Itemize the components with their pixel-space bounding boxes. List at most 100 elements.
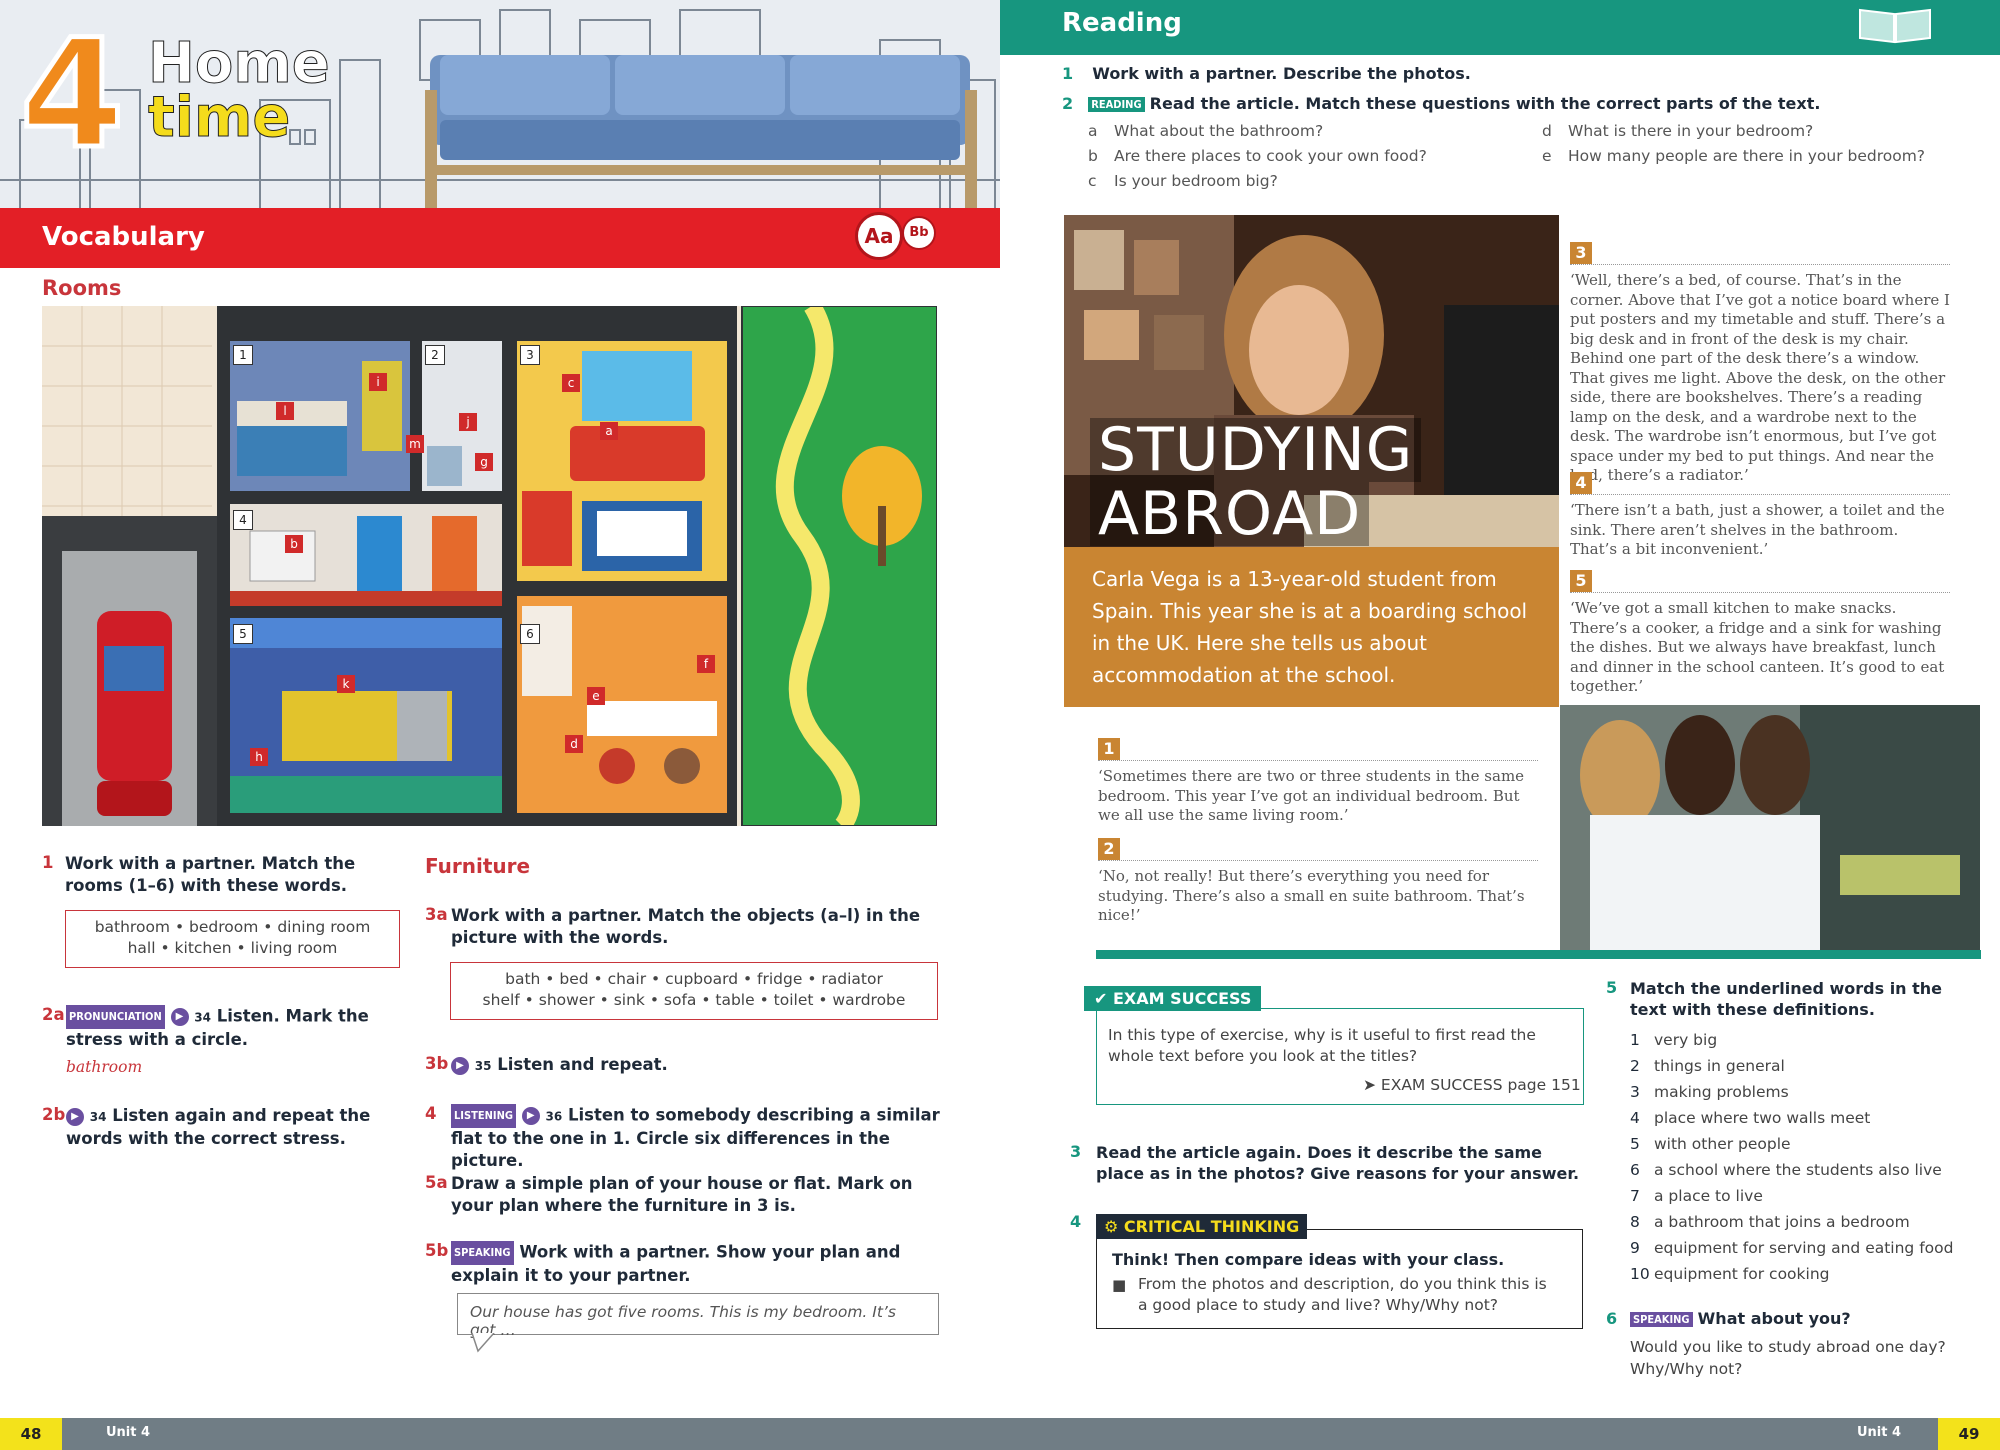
definition-item: 8 a bathroom that joins a bedroom	[1630, 1209, 1980, 1235]
part-1-number: 1	[1098, 738, 1120, 760]
aa-magnifier-icon: Aa	[855, 212, 903, 260]
object-label-k: k	[337, 675, 355, 693]
ex1-instruction: Work with a partner. Match the rooms (1–…	[65, 854, 356, 895]
audio-play-icon[interactable]: ▶	[521, 1107, 540, 1125]
ex5a-number: 5a	[425, 1173, 448, 1192]
exam-success-text: In this type of exercise, why is it usef…	[1108, 1026, 1536, 1065]
definition-text: making problems	[1654, 1083, 1789, 1101]
definition-number: 5	[1630, 1135, 1640, 1153]
critical-thinking-title: CRITICAL THINKING	[1123, 1217, 1300, 1236]
q2-item-letter: c	[1088, 172, 1097, 190]
definition-item: 7 a place to live	[1630, 1183, 1980, 1209]
ex1-words-line2: hall • kitchen • living room	[127, 939, 338, 957]
house-cutaway-illustration	[42, 306, 937, 826]
ex3b-track: 35	[474, 1059, 492, 1073]
q2-item-c: c Is your bedroom big?	[1088, 172, 1278, 190]
object-label-m: m	[406, 435, 424, 453]
room-label-6: 6	[520, 624, 540, 644]
part-1: 1 ‘Sometimes there are two or three stud…	[1098, 738, 1538, 826]
definition-item: 5 with other people	[1630, 1131, 1980, 1157]
teal-bottom-rule	[1096, 950, 1981, 959]
bb-icon: Bb	[902, 216, 936, 250]
ex2b-number: 2b	[42, 1105, 66, 1124]
definition-number: 10	[1630, 1265, 1650, 1283]
object-label-f: f	[697, 655, 715, 673]
speech-bubble: Our house has got five rooms. This is my…	[457, 1293, 939, 1339]
q2-item-d: d What is there in your bedroom?	[1542, 122, 1813, 140]
q5-instruction: Match the underlined words in the text w…	[1630, 979, 1943, 1019]
room-label-1: 1	[233, 345, 253, 365]
object-label-i: i	[369, 373, 387, 391]
audio-play-icon[interactable]: ▶	[170, 1008, 189, 1026]
part-5-text: ‘We’ve got a small kitchen to make snack…	[1570, 599, 1945, 695]
q1-instruction: Work with a partner. Describe the photos…	[1092, 64, 1471, 83]
furniture-heading: Furniture	[425, 854, 531, 878]
exam-success-link[interactable]: ➤ EXAM SUCCESS page 151	[1363, 1076, 1581, 1094]
speech-bubble-text: Our house has got five rooms. This is my…	[470, 1303, 896, 1339]
exam-success-label: ✔ EXAM SUCCESS	[1084, 986, 1262, 1011]
check-icon: ✔	[1094, 989, 1113, 1008]
q2-row: 2 READING Read the article. Match these …	[1062, 94, 1962, 113]
definition-item: 3 making problems	[1630, 1079, 1980, 1105]
q2-item-letter: b	[1088, 147, 1098, 165]
definition-text: very big	[1654, 1031, 1718, 1049]
ex2a-example: bathroom	[66, 1058, 143, 1076]
object-label-a: a	[600, 422, 618, 440]
page-number: 48	[0, 1418, 62, 1450]
part-4-text: ‘There isn’t a bath, just a shower, a to…	[1570, 501, 1945, 558]
unit-title-line2: time	[147, 85, 291, 150]
q3-instruction: Read the article again. Does it describe…	[1096, 1143, 1580, 1183]
speaking-tag: SPEAKING	[451, 1241, 514, 1265]
listening-tag: LISTENING	[451, 1104, 516, 1128]
open-book-icon	[1859, 8, 1931, 44]
q3-number: 3	[1070, 1142, 1082, 1161]
q4-title: Think! Then compare ideas with your clas…	[1112, 1250, 1505, 1269]
unit-header: 4 Home time	[0, 0, 1000, 210]
section-title-vocabulary: Vocabulary	[42, 222, 205, 252]
ex1-number: 1	[42, 853, 54, 872]
part-3-text: ‘Well, there’s a bed, of course. That’s …	[1570, 271, 1950, 484]
part-1-text: ‘Sometimes there are two or three studen…	[1098, 767, 1525, 824]
audio-play-icon[interactable]: ▶	[66, 1107, 84, 1126]
q1-row: 1 Work with a partner. Describe the phot…	[1062, 64, 1962, 83]
ex5a-instruction: Draw a simple plan of your house or flat…	[451, 1174, 913, 1215]
definition-number: 2	[1630, 1057, 1640, 1075]
ex3b-instruction: Listen and repeat.	[497, 1055, 668, 1074]
ex3a-number: 3a	[425, 905, 448, 924]
definition-item: 6 a school where the students also live	[1630, 1157, 1980, 1183]
ex3b-number: 3b	[425, 1054, 449, 1073]
definition-text: a place to live	[1654, 1187, 1763, 1205]
audio-play-icon[interactable]: ▶	[451, 1056, 469, 1075]
article-title: STUDYING ABROAD	[1090, 418, 1422, 546]
ex5b-block: SPEAKING Work with a partner. Show your …	[451, 1241, 941, 1287]
unit-title-line1: Home	[148, 31, 331, 96]
definition-number: 3	[1630, 1083, 1640, 1101]
part-3-number: 3	[1570, 242, 1592, 264]
room-label-3: 3	[520, 345, 540, 365]
definition-item: 2 things in general	[1630, 1053, 1980, 1079]
ex2b-block: ▶ 34 Listen again and repeat the words w…	[66, 1105, 396, 1150]
speaking-tag: SPEAKING	[1630, 1312, 1693, 1327]
ex2b-instruction: Listen again and repeat the words with t…	[66, 1106, 371, 1148]
ex3a-word-box: bath • bed • chair • cupboard • fridge •…	[450, 962, 938, 1020]
definition-number: 7	[1630, 1187, 1640, 1205]
ex1-word-box: bathroom • bedroom • dining room hall • …	[65, 910, 400, 968]
definition-number: 1	[1630, 1031, 1640, 1049]
article-title-line2: ABROAD	[1090, 482, 1370, 546]
definition-item: 1 very big	[1630, 1027, 1980, 1053]
exam-success-title: EXAM SUCCESS	[1112, 989, 1252, 1008]
definition-text: equipment for cooking	[1654, 1265, 1830, 1283]
definition-text: a school where the students also live	[1654, 1161, 1942, 1179]
room-label-2: 2	[425, 345, 445, 365]
ex1-words-line1: bathroom • bedroom • dining room	[94, 918, 371, 936]
q4-bullet-text: From the photos and description, do you …	[1138, 1275, 1547, 1314]
part-2-text: ‘No, not really! But there’s everything …	[1098, 867, 1525, 924]
ex2a-number: 2a	[42, 1005, 65, 1024]
gears-icon: ⚙	[1104, 1217, 1124, 1236]
q6-text: Would you like to study abroad one day? …	[1630, 1338, 1946, 1378]
object-label-e: e	[587, 687, 605, 705]
q2-number: 2	[1062, 94, 1074, 113]
footer-unit: Unit 4	[106, 1425, 151, 1440]
q2-item-letter: d	[1542, 122, 1552, 140]
reading-tag: READING	[1088, 97, 1145, 112]
